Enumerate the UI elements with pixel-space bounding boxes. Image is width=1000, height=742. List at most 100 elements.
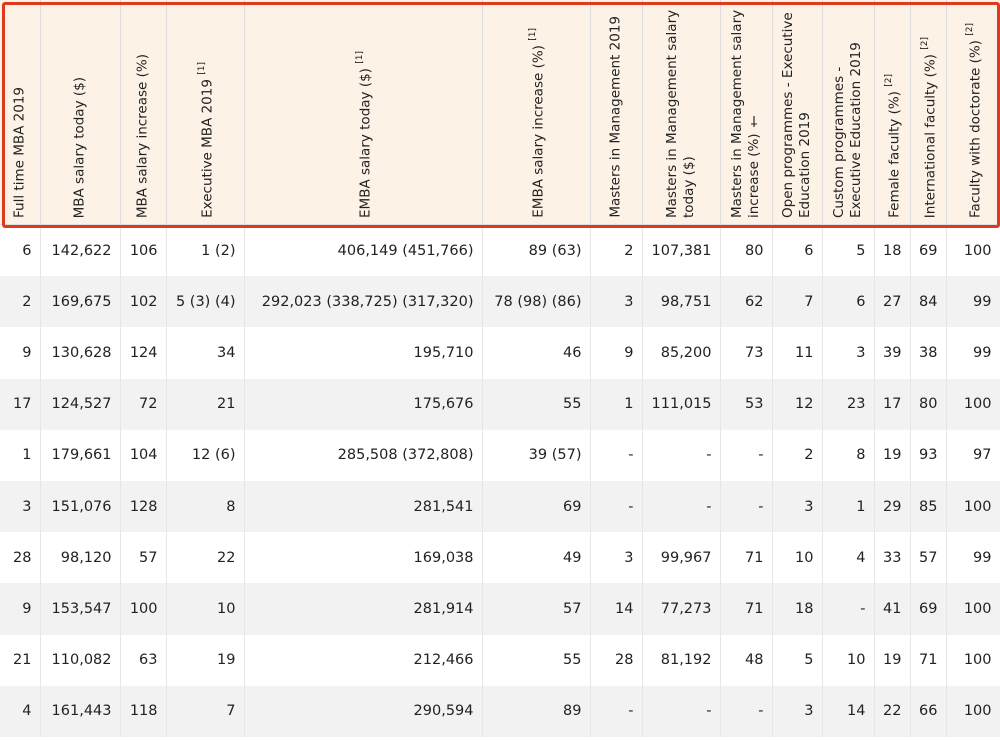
- column-header[interactable]: Full time MBA 2019: [0, 0, 41, 225]
- table-cell: 4: [0, 685, 41, 737]
- table-row: 4 161,443 118 7 290,594 89- - -3 14 22 66 100: [0, 685, 1000, 737]
- table-cell: 39 (57): [482, 429, 591, 481]
- table-cell: 99: [946, 327, 1000, 379]
- column-header-label: MBA salary today ($): [72, 77, 89, 218]
- table-cell: 18: [874, 224, 911, 277]
- table-row: 28 98,120 57 22 169,038 49 3 99,967 71 10 4 33 57 99: [0, 532, 1000, 584]
- table-cell: 71: [720, 532, 773, 584]
- table-cell: 49: [482, 532, 591, 584]
- column-header[interactable]: International faculty (%) [2]: [910, 0, 947, 225]
- table-cell: 104: [120, 429, 167, 481]
- column-header[interactable]: Masters in Management 2019: [590, 0, 643, 225]
- table-cell: 18: [772, 583, 823, 635]
- table-cell: 106: [120, 224, 167, 277]
- table-cell: 6: [0, 224, 41, 277]
- column-header-label: MBA salary increase (%): [135, 54, 152, 218]
- table-row: 17 124,527 72 21 175,676 55 1 111,015 53 12 23 17 80…: [0, 378, 1000, 430]
- column-header-text: EMBA salary increase (%): [530, 45, 547, 218]
- table-cell: 14: [822, 685, 875, 737]
- footnote-ref[interactable]: [1]: [197, 62, 207, 75]
- table-cell: 128: [120, 480, 167, 533]
- column-header-text: MBA salary increase (%): [134, 53, 151, 218]
- column-header[interactable]: MBA salary today ($): [40, 0, 121, 225]
- table-cell: 97: [946, 429, 1000, 481]
- table-cell: -: [642, 480, 721, 533]
- table-cell: 99: [946, 532, 1000, 584]
- column-header[interactable]: Executive MBA 2019 [1]: [166, 0, 245, 225]
- table-cell: 195,710: [244, 327, 483, 379]
- table-cell: 21: [166, 378, 245, 430]
- table-cell: 8: [822, 429, 875, 481]
- column-header-label: Masters in Management salary today ($): [664, 6, 698, 218]
- column-header[interactable]: Masters in Management salary today ($): [642, 0, 721, 225]
- table-cell: 53: [720, 378, 773, 430]
- table-cell: -: [720, 429, 773, 481]
- table-cell: 73: [720, 327, 773, 379]
- column-header-text: Masters in Management salary today ($): [664, 9, 697, 218]
- table-cell: 179,661: [40, 429, 121, 481]
- table-cell: 27: [874, 276, 911, 328]
- column-header[interactable]: MBA salary increase (%): [120, 0, 167, 225]
- table-cell: 69: [910, 224, 947, 277]
- table-cell: 10: [822, 634, 875, 686]
- column-header-text: Faculty with doctorate (%): [967, 40, 984, 218]
- table-row: 21 110,082 63 19 212,466 55 28 81,192 48 5 10 19 71 1…: [0, 634, 1000, 686]
- table-cell: 3: [822, 327, 875, 379]
- table-row: 3 151,076 128 8 281,541 69- - -3 1 29 85 100: [0, 480, 1000, 533]
- table-cell: 55: [482, 634, 591, 686]
- footnote-ref[interactable]: [2]: [884, 74, 894, 87]
- column-header[interactable]: Female faculty (%) [2]: [874, 0, 911, 225]
- table-cell: 23: [822, 378, 875, 430]
- table-cell: -: [822, 583, 875, 635]
- table-cell: 38: [910, 327, 947, 379]
- column-header-text: Custom programmes - Executive Education …: [831, 42, 864, 218]
- table-cell: 7: [166, 685, 245, 737]
- footnote-ref[interactable]: [1]: [355, 51, 365, 64]
- table-cell: 69: [482, 480, 591, 533]
- table-cell: 6: [772, 224, 823, 277]
- column-header[interactable]: EMBA salary today ($) [1]: [244, 0, 483, 225]
- table-cell: 22: [166, 532, 245, 584]
- table-cell: 55: [482, 378, 591, 430]
- table-cell: 11: [772, 327, 823, 379]
- table-cell: 89 (63): [482, 224, 591, 277]
- table-cell: 1: [0, 429, 41, 481]
- table-cell: 124: [120, 327, 167, 379]
- table-cell: -: [642, 429, 721, 481]
- table-cell: 110,082: [40, 634, 121, 686]
- table-cell: 142,622: [40, 224, 121, 277]
- column-header-label: Faculty with doctorate (%) [2]: [962, 23, 985, 218]
- column-header-text: MBA salary today ($): [71, 76, 88, 218]
- table-cell: 1 (2): [166, 224, 245, 277]
- table-cell: 3: [590, 532, 643, 584]
- footnote-ref[interactable]: [2]: [920, 37, 930, 50]
- column-header[interactable]: Custom programmes - Executive Education …: [822, 0, 875, 225]
- column-header[interactable]: Faculty with doctorate (%) [2]: [946, 0, 1000, 225]
- table-cell: 9: [590, 327, 643, 379]
- table-cell: 1: [590, 378, 643, 430]
- table-cell: 2: [772, 429, 823, 481]
- column-header-text: Masters in Management 2019: [607, 16, 624, 218]
- table-cell: 5: [772, 634, 823, 686]
- table-cell: 124,527: [40, 378, 121, 430]
- rankings-table: Full time MBA 2019 MBA salary today ($) MB…: [0, 0, 1000, 737]
- table-cell: 41: [874, 583, 911, 635]
- table-cell: 2: [590, 224, 643, 277]
- column-header-text: Executive MBA 2019: [199, 79, 216, 218]
- table-cell: 46: [482, 327, 591, 379]
- column-header[interactable]: Masters in Management salary increase (%…: [720, 0, 773, 225]
- table-cell: 111,015: [642, 378, 721, 430]
- column-header[interactable]: Open programmes - Executive Education 20…: [772, 0, 823, 225]
- table-cell: 19: [166, 634, 245, 686]
- table-cell: 102: [120, 276, 167, 328]
- table-cell: 19: [874, 429, 911, 481]
- table-cell: 10: [166, 583, 245, 635]
- table-cell: 5 (3) (4): [166, 276, 245, 328]
- table-cell: 4: [822, 532, 875, 584]
- table-cell: 6: [822, 276, 875, 328]
- table-row: 1 179,661 104 12 (6) 285,508 (372,808) 39 (57…: [0, 429, 1000, 481]
- table-cell: 48: [720, 634, 773, 686]
- footnote-ref[interactable]: [2]: [965, 23, 975, 36]
- footnote-ref[interactable]: [1]: [528, 28, 538, 41]
- column-header[interactable]: EMBA salary increase (%) [1]: [482, 0, 591, 225]
